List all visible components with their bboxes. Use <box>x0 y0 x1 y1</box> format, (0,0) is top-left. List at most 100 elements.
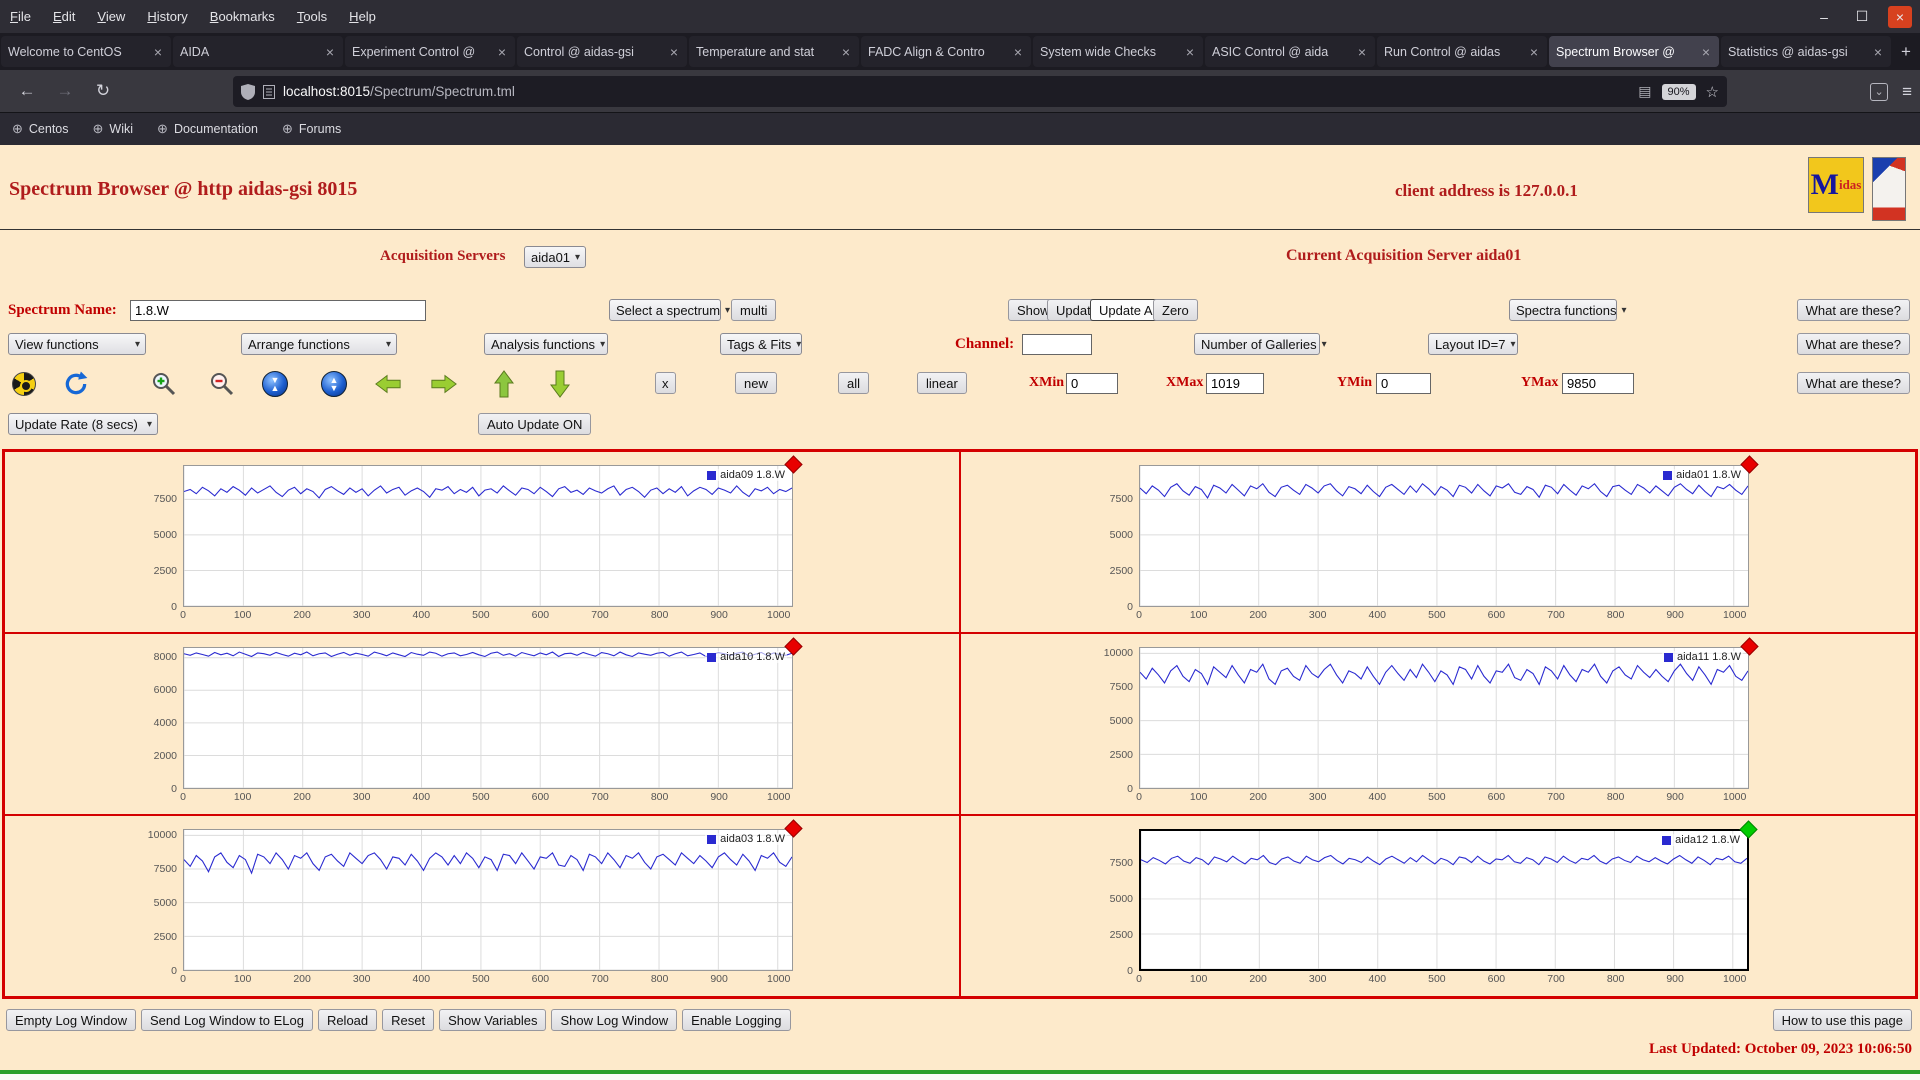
layout-id-select[interactable]: Layout ID=7 ▾ <box>1428 333 1518 355</box>
tab-close-icon[interactable]: × <box>1700 44 1712 60</box>
menu-tools[interactable]: Tools <box>297 9 327 24</box>
bookmark-star-icon[interactable]: ☆ <box>1706 83 1719 101</box>
tab-close-icon[interactable]: × <box>496 44 508 60</box>
show-log-window-button[interactable]: Show Log Window <box>551 1009 678 1031</box>
tab-run-control[interactable]: Run Control @ aidas × <box>1377 36 1547 67</box>
bookmark-wiki[interactable]: ⊕ Wiki <box>93 121 134 137</box>
zoom-indicator[interactable]: 90% <box>1661 83 1696 100</box>
spectra-functions-select[interactable]: Spectra functions ▾ <box>1509 299 1626 321</box>
close-button[interactable]: × <box>1888 5 1912 28</box>
spectrum-cell-aida03[interactable]: 0 2500 5000 7500 10000 aida03 1.8.W 0 100 200 3… <box>4 815 960 997</box>
all-button[interactable]: all <box>838 372 870 394</box>
forward-icon[interactable]: → <box>50 76 80 106</box>
what-are-these-button[interactable]: What are these? <box>1796 333 1910 355</box>
tab-close-icon[interactable]: × <box>1528 44 1540 60</box>
select-a-spectrum-select[interactable]: Select a spectrum ▾ <box>609 299 730 321</box>
spectrum-cell-aida11[interactable]: 0 2500 5000 7500 10000 aida11 1.8.W 0 100 200 3… <box>960 633 1916 815</box>
auto-update-button[interactable]: Auto Update ON <box>478 413 592 435</box>
app-menu-icon[interactable]: ≡ <box>1902 82 1912 102</box>
reader-mode-icon[interactable]: ▤ <box>1638 83 1651 100</box>
menu-view[interactable]: View <box>97 9 125 24</box>
update-rate-select[interactable]: Update Rate (8 secs) ▾ <box>8 413 158 435</box>
reload-icon[interactable]: ↻ <box>88 76 118 106</box>
refresh-icon[interactable] <box>62 370 90 398</box>
new-button[interactable]: new <box>735 372 777 394</box>
xmax-input[interactable] <box>1206 373 1264 394</box>
page-icon[interactable] <box>263 84 275 99</box>
menu-bookmarks[interactable]: Bookmarks <box>210 9 275 24</box>
maximize-button[interactable]: ☐ <box>1850 6 1874 28</box>
what-are-these-button[interactable]: What are these? <box>1796 299 1910 321</box>
channel-input[interactable] <box>1022 334 1092 355</box>
tab-spectrum-browser[interactable]: Spectrum Browser @ × <box>1549 36 1719 67</box>
tab-welcome-centos[interactable]: Welcome to CentOS × <box>1 36 171 67</box>
tab-statistics[interactable]: Statistics @ aidas-gsi × <box>1721 36 1891 67</box>
zoom-out-icon[interactable] <box>208 370 236 398</box>
how-to-use-button[interactable]: How to use this page <box>1772 1009 1912 1031</box>
show-variables-button[interactable]: Show Variables <box>439 1009 547 1031</box>
tab-close-icon[interactable]: × <box>1184 44 1196 60</box>
arrow-down-icon[interactable] <box>546 370 574 398</box>
plot-area[interactable]: aida10 1.8.W <box>183 637 803 789</box>
minimize-button[interactable]: – <box>1812 6 1836 28</box>
menu-history[interactable]: History <box>147 9 187 24</box>
url-text[interactable]: localhost:8015/Spectrum/Spectrum.tml <box>283 84 1638 99</box>
spectrum-name-input[interactable] <box>130 300 426 321</box>
tab-fadc-align[interactable]: FADC Align & Contro × <box>861 36 1031 67</box>
tab-close-icon[interactable]: × <box>1356 44 1368 60</box>
arrow-right-icon[interactable] <box>430 370 458 398</box>
spectrum-cell-aida10[interactable]: 0 2000 4000 6000 8000 aida10 1.8.W 0 100 200 30… <box>4 633 960 815</box>
arrow-left-icon[interactable] <box>374 370 402 398</box>
reset-button[interactable]: Reset <box>382 1009 435 1031</box>
back-icon[interactable]: ← <box>12 76 42 106</box>
enable-logging-button[interactable]: Enable Logging <box>682 1009 791 1031</box>
menu-file[interactable]: File <box>10 9 31 24</box>
zoom-in-icon[interactable] <box>150 370 178 398</box>
menu-edit[interactable]: Edit <box>53 9 75 24</box>
send-log-to-elog-button[interactable]: Send Log Window to ELog <box>141 1009 313 1031</box>
view-functions-select[interactable]: View functions ▾ <box>8 333 146 355</box>
tab-asic-control[interactable]: ASIC Control @ aida × <box>1205 36 1375 67</box>
multi-button[interactable]: multi <box>731 299 777 321</box>
tab-system-checks[interactable]: System wide Checks × <box>1033 36 1203 67</box>
shield-icon[interactable] <box>241 83 255 100</box>
spectrum-cell-aida12[interactable]: 0 2500 5000 7500 aida12 1.8.W 0 100 200 300 400… <box>960 815 1916 997</box>
tab-close-icon[interactable]: × <box>1012 44 1024 60</box>
tab-close-icon[interactable]: × <box>668 44 680 60</box>
tab-aida[interactable]: AIDA × <box>173 36 343 67</box>
what-are-these-button[interactable]: What are these? <box>1796 372 1910 394</box>
number-of-galleries-select[interactable]: Number of Galleries ▾ <box>1194 333 1327 355</box>
plot-area[interactable]: aida01 1.8.W <box>1139 455 1759 607</box>
url-bar[interactable]: localhost:8015/Spectrum/Spectrum.tml ▤ 9… <box>233 76 1727 107</box>
zero-button[interactable]: Zero <box>1153 299 1198 321</box>
bookmark-documentation[interactable]: ⊕ Documentation <box>157 121 258 137</box>
ymax-input[interactable] <box>1562 373 1634 394</box>
new-tab-button[interactable]: + <box>1892 33 1920 70</box>
reload-button[interactable]: Reload <box>317 1009 378 1031</box>
tab-close-icon[interactable]: × <box>840 44 852 60</box>
linear-button[interactable]: linear <box>917 372 967 394</box>
acquisition-server-select[interactable]: aida01 ▾ <box>524 246 586 268</box>
arrow-up-icon[interactable] <box>490 370 518 398</box>
tab-close-icon[interactable]: × <box>1872 44 1884 60</box>
xmin-input[interactable] <box>1066 373 1118 394</box>
grow-y-icon[interactable]: ▲ ▼ <box>320 370 348 398</box>
plot-area[interactable]: aida11 1.8.W <box>1139 637 1759 789</box>
x-axis-button[interactable]: x <box>655 372 676 394</box>
bookmark-forums[interactable]: ⊕ Forums <box>282 121 341 137</box>
radiation-icon[interactable] <box>10 370 38 398</box>
plot-area[interactable]: aida03 1.8.W <box>183 819 803 971</box>
tab-close-icon[interactable]: × <box>324 44 336 60</box>
bookmark-centos[interactable]: ⊕ Centos <box>12 121 69 137</box>
arrange-functions-select[interactable]: Arrange functions ▾ <box>241 333 397 355</box>
extensions-icon[interactable]: ⌄ <box>1870 82 1889 101</box>
tab-control-aidas-gsi[interactable]: Control @ aidas-gsi × <box>517 36 687 67</box>
plot-area[interactable]: aida12 1.8.W <box>1139 820 1758 971</box>
spectrum-cell-aida09[interactable]: 0 2500 5000 7500 aida09 1.8.W 0 100 200 300 400… <box>4 451 960 633</box>
shrink-y-icon[interactable]: ▼ ▲ <box>261 370 289 398</box>
tags-fits-select[interactable]: Tags & Fits ▾ <box>720 333 802 355</box>
analysis-functions-select[interactable]: Analysis functions ▾ <box>484 333 608 355</box>
tab-experiment-control[interactable]: Experiment Control @ × <box>345 36 515 67</box>
spectrum-cell-aida01[interactable]: 0 2500 5000 7500 aida01 1.8.W 0 100 200 300 400… <box>960 451 1916 633</box>
menu-help[interactable]: Help <box>349 9 376 24</box>
